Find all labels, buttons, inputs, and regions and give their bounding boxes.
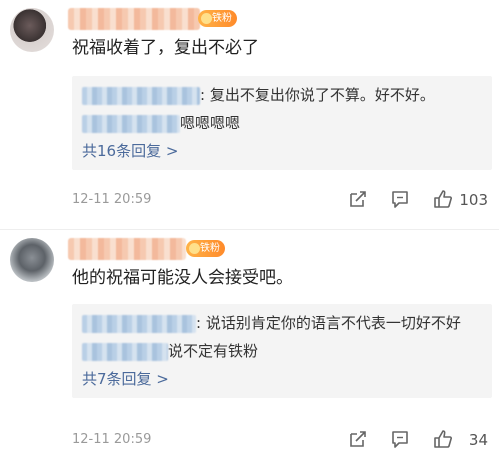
- avatar[interactable]: [10, 238, 54, 282]
- reply-username-blurred[interactable]: [82, 86, 200, 105]
- reply-item: 说不定有铁粉: [82, 340, 482, 362]
- comment-footer: 12-11 20:59 103: [72, 188, 492, 212]
- badge-label: 铁粉: [212, 13, 232, 24]
- comment-icon[interactable]: [389, 188, 411, 210]
- comment-text: 他的祝福可能没人会接受吧。: [72, 268, 293, 288]
- like-count: 103: [459, 191, 488, 209]
- reply-text: : 说话别肯定你的语言不代表一切好不好: [196, 314, 461, 332]
- timestamp: 12-11 20:59: [72, 432, 152, 447]
- badge-icon: [201, 13, 212, 24]
- username-blurred[interactable]: [68, 8, 200, 30]
- reply-text: 说不定有铁粉: [168, 342, 259, 360]
- reply-username-blurred[interactable]: [82, 114, 180, 133]
- comment-card: 铁粉 他的祝福可能没人会接受吧。 : 说话别肯定你的语言不代表一切好不好 说不定…: [0, 230, 499, 460]
- like-icon[interactable]: [432, 428, 454, 450]
- reply-box[interactable]: : 复出不复出你说了不算。好不好。 嗯嗯嗯嗯 共16条回复 >: [72, 76, 492, 170]
- more-replies-link[interactable]: 共16条回复 >: [82, 140, 482, 162]
- reply-username-blurred[interactable]: [82, 342, 168, 361]
- share-icon[interactable]: [347, 428, 369, 450]
- fan-badge: 铁粉: [186, 240, 225, 257]
- reply-item: : 说话别肯定你的语言不代表一切好不好: [82, 312, 482, 334]
- avatar[interactable]: [10, 8, 54, 52]
- reply-text: 嗯嗯嗯嗯: [180, 114, 241, 132]
- timestamp: 12-11 20:59: [72, 192, 152, 207]
- comment-card: 铁粉 祝福收着了，复出不必了 : 复出不复出你说了不算。好不好。 嗯嗯嗯嗯 共1…: [0, 0, 499, 230]
- reply-item: 嗯嗯嗯嗯: [82, 112, 482, 134]
- fan-badge: 铁粉: [198, 10, 237, 27]
- like-count: 34: [468, 431, 488, 449]
- share-icon[interactable]: [347, 188, 369, 210]
- like-icon[interactable]: [432, 188, 454, 210]
- username-blurred[interactable]: [68, 238, 186, 260]
- comment-footer: 12-11 20:59 34: [72, 428, 492, 452]
- badge-icon: [189, 243, 200, 254]
- more-replies-link[interactable]: 共7条回复 >: [82, 368, 482, 390]
- reply-text: : 复出不复出你说了不算。好不好。: [200, 86, 435, 104]
- reply-username-blurred[interactable]: [82, 314, 196, 333]
- reply-item: : 复出不复出你说了不算。好不好。: [82, 84, 482, 106]
- comment-icon[interactable]: [389, 428, 411, 450]
- reply-box[interactable]: : 说话别肯定你的语言不代表一切好不好 说不定有铁粉 共7条回复 >: [72, 304, 492, 398]
- comment-text: 祝福收着了，复出不必了: [72, 38, 259, 58]
- badge-label: 铁粉: [200, 243, 220, 254]
